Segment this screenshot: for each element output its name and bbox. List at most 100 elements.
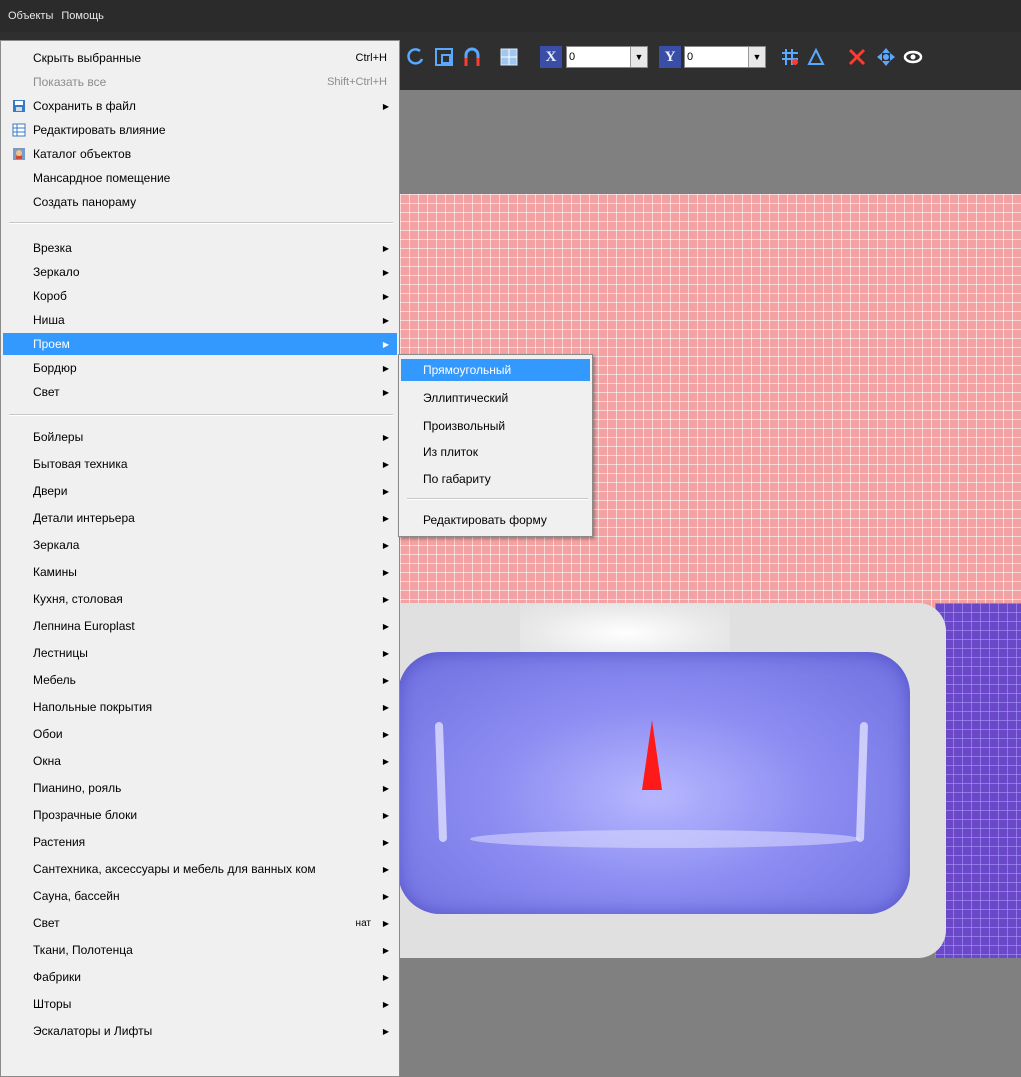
grid-snap-icon[interactable] (778, 45, 802, 69)
menu-item-boilers[interactable]: Бойлеры ▶ (3, 426, 397, 448)
magnet-icon[interactable] (460, 45, 484, 69)
submenu-arrow-icon: ▶ (382, 756, 389, 766)
view-icon[interactable] (901, 45, 925, 69)
y-value[interactable]: 0 (685, 47, 748, 67)
menu-item-label: Из плиток (423, 445, 478, 459)
y-value-combo[interactable]: 0 ▼ (684, 45, 766, 69)
menu-item-label: Сохранить в файл (33, 99, 136, 113)
menu-item-fireplaces[interactable]: Камины ▶ (3, 561, 397, 583)
menu-item-attic-room[interactable]: Мансардное помещение (3, 167, 397, 189)
menu-item-wallpaper[interactable]: Обои ▶ (3, 723, 397, 745)
menu-item-label: Кухня, столовая (33, 592, 123, 606)
opening-submenu: Прямоугольный Эллиптический Произвольный… (398, 354, 593, 537)
submenu-arrow-icon: ▶ (382, 783, 389, 793)
table-icon (11, 122, 27, 138)
objects-menu: Скрыть выбранные Ctrl+H Показать все Shi… (0, 40, 400, 1077)
menu-item-mirrors[interactable]: Зеркала ▶ (3, 534, 397, 556)
menu-item-light-fixtures[interactable]: Свет нат ▶ (3, 912, 397, 934)
menu-item-factories[interactable]: Фабрики ▶ (3, 966, 397, 988)
menu-item-label: Эллиптический (423, 391, 509, 405)
menu-item-label: Сауна, бассейн (33, 889, 120, 903)
x-value-combo[interactable]: 0 ▼ (566, 45, 648, 69)
chevron-down-icon[interactable]: ▼ (748, 47, 765, 67)
menu-item-flooring[interactable]: Напольные покрытия ▶ (3, 696, 397, 718)
menu-item-label: Растения (33, 835, 86, 849)
catalog-icon (11, 146, 27, 162)
menu-item-label: Скрыть выбранные (33, 51, 142, 65)
y-axis-icon: Y (659, 45, 681, 69)
menu-item-insert[interactable]: Врезка ▶ (3, 237, 397, 259)
menu-item-border[interactable]: Бордюр ▶ (3, 357, 397, 379)
menu-help[interactable]: Помощь (57, 10, 108, 22)
menu-item-label: Ткани, Полотенца (33, 943, 133, 957)
menu-objects[interactable]: Объекты (0, 10, 57, 22)
submenu-item-arbitrary[interactable]: Произвольный (401, 415, 590, 437)
curve-icon[interactable] (404, 45, 428, 69)
submenu-arrow-icon: ▶ (382, 432, 389, 442)
submenu-arrow-icon: ▶ (382, 486, 389, 496)
menu-item-pianos[interactable]: Пианино, рояль ▶ (3, 777, 397, 799)
menu-item-appliances[interactable]: Бытовая техника ▶ (3, 453, 397, 475)
menu-item-save-to-file[interactable]: Сохранить в файл ▶ (3, 95, 397, 117)
submenu-arrow-icon: ▶ (382, 945, 389, 955)
menu-item-label: Редактировать форму (423, 513, 547, 527)
menu-item-sauna[interactable]: Сауна, бассейн ▶ (3, 885, 397, 907)
menu-item-create-panorama[interactable]: Создать панораму (3, 191, 397, 213)
menu-item-box[interactable]: Короб ▶ (3, 285, 397, 307)
menu-item-label: Бордюр (33, 361, 77, 375)
submenu-arrow-icon: ▶ (382, 918, 389, 928)
menu-item-kitchen[interactable]: Кухня, столовая ▶ (3, 588, 397, 610)
submenu-item-rectangular[interactable]: Прямоугольный (401, 359, 590, 381)
submenu-arrow-icon: ▶ (382, 837, 389, 847)
submenu-arrow-icon: ▶ (382, 648, 389, 658)
floppy-icon (11, 98, 27, 114)
delete-icon[interactable] (845, 45, 869, 69)
menu-item-stairs[interactable]: Лестницы ▶ (3, 642, 397, 664)
move-icon[interactable] (874, 45, 898, 69)
submenu-arrow-icon: ▶ (382, 972, 389, 982)
menu-item-doors[interactable]: Двери ▶ (3, 480, 397, 502)
submenu-item-from-tiles[interactable]: Из плиток (401, 441, 590, 463)
menu-item-hide-selected[interactable]: Скрыть выбранные Ctrl+H (3, 47, 397, 69)
delta-icon[interactable] (804, 45, 828, 69)
submenu-arrow-icon: ▶ (382, 864, 389, 874)
menu-item-label: Шторы (33, 997, 72, 1011)
submenu-item-elliptical[interactable]: Эллиптический (401, 387, 590, 409)
x-value[interactable]: 0 (567, 47, 630, 67)
menu-item-moulding[interactable]: Лепнина Europlast ▶ (3, 615, 397, 637)
menu-item-label: Бойлеры (33, 430, 84, 444)
menu-item-object-catalog[interactable]: Каталог объектов (3, 143, 397, 165)
basin-highlight (470, 830, 860, 848)
menu-item-furniture[interactable]: Мебель ▶ (3, 669, 397, 691)
rect-select-icon[interactable] (432, 45, 456, 69)
menu-item-textiles[interactable]: Ткани, Полотенца ▶ (3, 939, 397, 961)
menu-item-opening[interactable]: Проем ▶ (3, 333, 397, 355)
menu-item-label: Зеркала (33, 538, 80, 552)
menu-item-light[interactable]: Свет ▶ (3, 381, 397, 403)
submenu-arrow-icon: ▶ (382, 315, 389, 325)
menu-item-niche[interactable]: Ниша ▶ (3, 309, 397, 331)
menu-item-label: Прозрачные блоки (33, 808, 138, 822)
shortcut-label: Shift+Ctrl+H (327, 76, 387, 88)
menu-item-edit-influence[interactable]: Редактировать влияние (3, 119, 397, 141)
menu-item-show-all[interactable]: Показать все Shift+Ctrl+H (3, 71, 397, 93)
direction-marker[interactable] (642, 720, 662, 790)
menu-item-label: По габариту (423, 472, 491, 486)
menu-item-sanitary[interactable]: Сантехника, аксессуары и мебель для ванн… (3, 858, 397, 880)
menu-item-interior-details[interactable]: Детали интерьера ▶ (3, 507, 397, 529)
submenu-arrow-icon: ▶ (382, 339, 389, 349)
menu-item-windows[interactable]: Окна ▶ (3, 750, 397, 772)
menu-item-mirror[interactable]: Зеркало ▶ (3, 261, 397, 283)
menu-item-curtains[interactable]: Шторы ▶ (3, 993, 397, 1015)
grid-image-icon[interactable] (497, 45, 521, 69)
submenu-item-by-size[interactable]: По габариту (401, 468, 590, 490)
submenu-item-edit-shape[interactable]: Редактировать форму (401, 509, 590, 531)
chevron-down-icon[interactable]: ▼ (630, 47, 647, 67)
menu-item-label: Врезка (33, 241, 72, 255)
submenu-arrow-icon: ▶ (382, 459, 389, 469)
menu-item-plants[interactable]: Растения ▶ (3, 831, 397, 853)
menu-item-label: Фабрики (33, 970, 81, 984)
menu-item-glass-blocks[interactable]: Прозрачные блоки ▶ (3, 804, 397, 826)
menu-item-escalators[interactable]: Эскалаторы и Лифты ▶ (3, 1020, 397, 1042)
tiled-floor (935, 603, 1021, 958)
